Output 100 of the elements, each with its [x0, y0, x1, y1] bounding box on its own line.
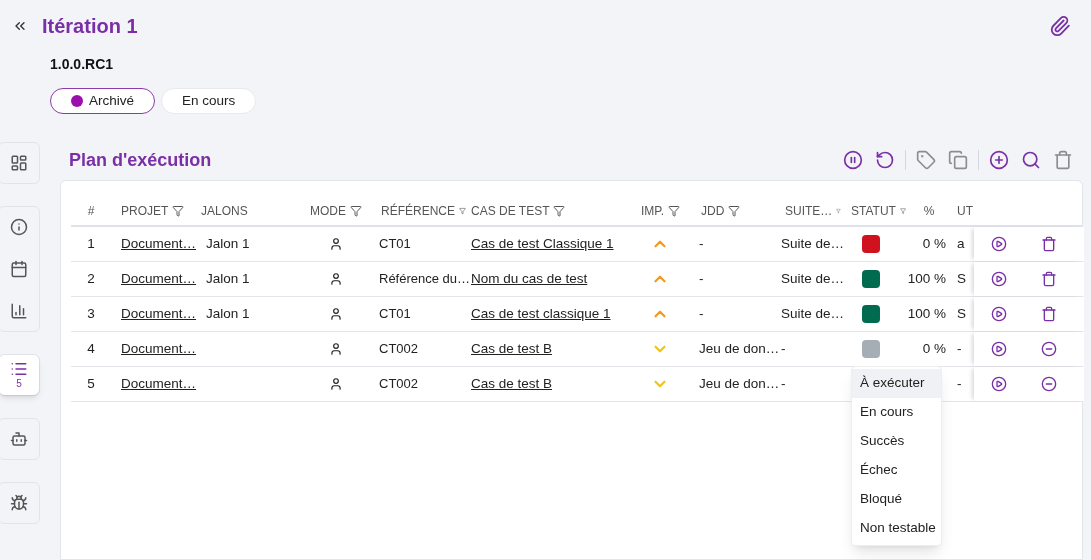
user-cell-text: -	[957, 374, 962, 393]
status-swatch[interactable]	[862, 235, 880, 253]
user-cell-text: -	[957, 339, 962, 358]
column-header: RÉFÉRENCE	[381, 202, 455, 220]
tag-icon	[916, 150, 936, 170]
project-link[interactable]: Document…	[121, 373, 197, 395]
remove-button[interactable]	[1041, 376, 1057, 392]
reference-cell-text: Référence du…	[379, 270, 471, 289]
trash-icon	[1041, 271, 1057, 287]
menu-item[interactable]: Bloqué	[852, 485, 941, 514]
percent-cell-text: 0 %	[922, 339, 946, 358]
pause-icon	[843, 150, 863, 170]
filter-icon[interactable]	[553, 204, 566, 217]
suite-cell-text: Suite de…	[781, 304, 845, 323]
milestone-cell-text: Jalon 1	[206, 304, 250, 323]
sidebar-item[interactable]: 5	[0, 355, 39, 395]
suite-cell-text: Suite de…	[781, 269, 845, 288]
row-number: 3	[87, 304, 95, 323]
replay-button[interactable]	[875, 150, 895, 170]
filter-icon[interactable]	[728, 204, 741, 217]
menu-item[interactable]: À exécuter	[852, 369, 941, 398]
copy-icon	[948, 150, 968, 170]
version-label: 1.0.0.RC1	[50, 55, 115, 74]
test-case-link[interactable]: Cas de test Classique 1	[471, 233, 614, 255]
column-header: MODE	[310, 202, 346, 220]
trash-icon	[1053, 150, 1073, 170]
milestone-cell-text: Jalon 1	[206, 269, 250, 288]
test-case-link[interactable]: Cas de test B	[471, 338, 553, 360]
user-cell-text: S	[957, 304, 966, 323]
status-pill[interactable]: Archivé	[50, 88, 155, 114]
percent-cell-text: 0 %	[922, 234, 946, 253]
row-number: 4	[87, 339, 95, 358]
menu-item[interactable]: Succès	[852, 427, 941, 456]
user-cell-text: S	[957, 269, 966, 288]
play-circle-icon	[991, 236, 1007, 252]
remove-button[interactable]	[1041, 341, 1057, 357]
column-header: UT	[957, 202, 973, 220]
user-cell-text: a	[957, 234, 965, 253]
attachment-button[interactable]	[1049, 15, 1071, 37]
reference-cell-text: CT002	[379, 340, 419, 359]
delete-button[interactable]	[1041, 306, 1057, 322]
column-header: #	[87, 202, 95, 220]
reference-cell-text: CT002	[379, 375, 419, 394]
column-header: SUITE…	[785, 202, 833, 220]
test-case-link[interactable]: Cas de test B	[471, 373, 553, 395]
page-title: Itération 1	[42, 14, 138, 39]
search-icon	[1021, 150, 1041, 170]
bug-icon	[10, 494, 28, 512]
trash-icon	[1041, 306, 1057, 322]
replay-icon	[875, 150, 895, 170]
reference-cell-text: CT01	[379, 235, 411, 254]
dataset-cell-text: Jeu de don…	[699, 374, 780, 393]
run-button[interactable]	[991, 341, 1007, 357]
play-circle-icon	[991, 306, 1007, 322]
run-button[interactable]	[991, 376, 1007, 392]
row-number: 2	[87, 269, 95, 288]
dataset-cell-text: Jeu de don…	[699, 339, 780, 358]
dashboard-icon	[10, 154, 28, 172]
dataset-cell-text: -	[699, 269, 704, 288]
suite-cell-text: -	[781, 339, 786, 358]
status-swatch[interactable]	[862, 270, 880, 288]
project-link[interactable]: Document…	[121, 233, 197, 255]
percent-cell-text: 100 %	[907, 269, 946, 288]
menu-item[interactable]: Échec	[852, 456, 941, 485]
filter-icon[interactable]	[172, 204, 185, 217]
add-button[interactable]	[989, 150, 1009, 170]
project-link[interactable]: Document…	[121, 338, 197, 360]
status-swatch[interactable]	[862, 340, 880, 358]
search-button[interactable]	[1021, 150, 1041, 170]
play-circle-icon	[991, 376, 1007, 392]
test-case-link[interactable]: Nom du cas de test	[471, 268, 588, 290]
menu-item[interactable]: En cours	[852, 398, 941, 427]
minus-circle-icon	[1041, 376, 1057, 392]
column-header: JDD	[701, 202, 725, 220]
run-button[interactable]	[991, 271, 1007, 287]
status-swatch[interactable]	[862, 305, 880, 323]
status-pill[interactable]: En cours	[161, 88, 257, 114]
column-header: IMP.	[641, 202, 665, 220]
row-number: 5	[87, 374, 95, 393]
menu-item[interactable]: Non testable	[852, 514, 941, 543]
section-title: Plan d'exécution	[69, 148, 212, 172]
delete-button[interactable]	[1041, 271, 1057, 287]
calendar-icon	[10, 260, 28, 278]
run-button[interactable]	[991, 306, 1007, 322]
filter-icon[interactable]	[668, 204, 681, 217]
row-number: 1	[87, 234, 95, 253]
percent-cell-text: 100 %	[907, 304, 946, 323]
project-link[interactable]: Document…	[121, 268, 197, 290]
run-button[interactable]	[991, 236, 1007, 252]
filter-icon[interactable]	[350, 204, 362, 217]
pause-button[interactable]	[843, 150, 863, 170]
minus-circle-icon	[1041, 341, 1057, 357]
column-header: PROJET	[121, 202, 169, 220]
test-case-link[interactable]: Cas de test classique 1	[471, 303, 611, 325]
info-icon	[10, 218, 28, 236]
robot-icon	[10, 430, 28, 448]
column-header: JALONS	[201, 202, 248, 220]
project-link[interactable]: Document…	[121, 303, 197, 325]
suite-cell-text: -	[781, 374, 786, 393]
delete-button[interactable]	[1041, 236, 1057, 252]
